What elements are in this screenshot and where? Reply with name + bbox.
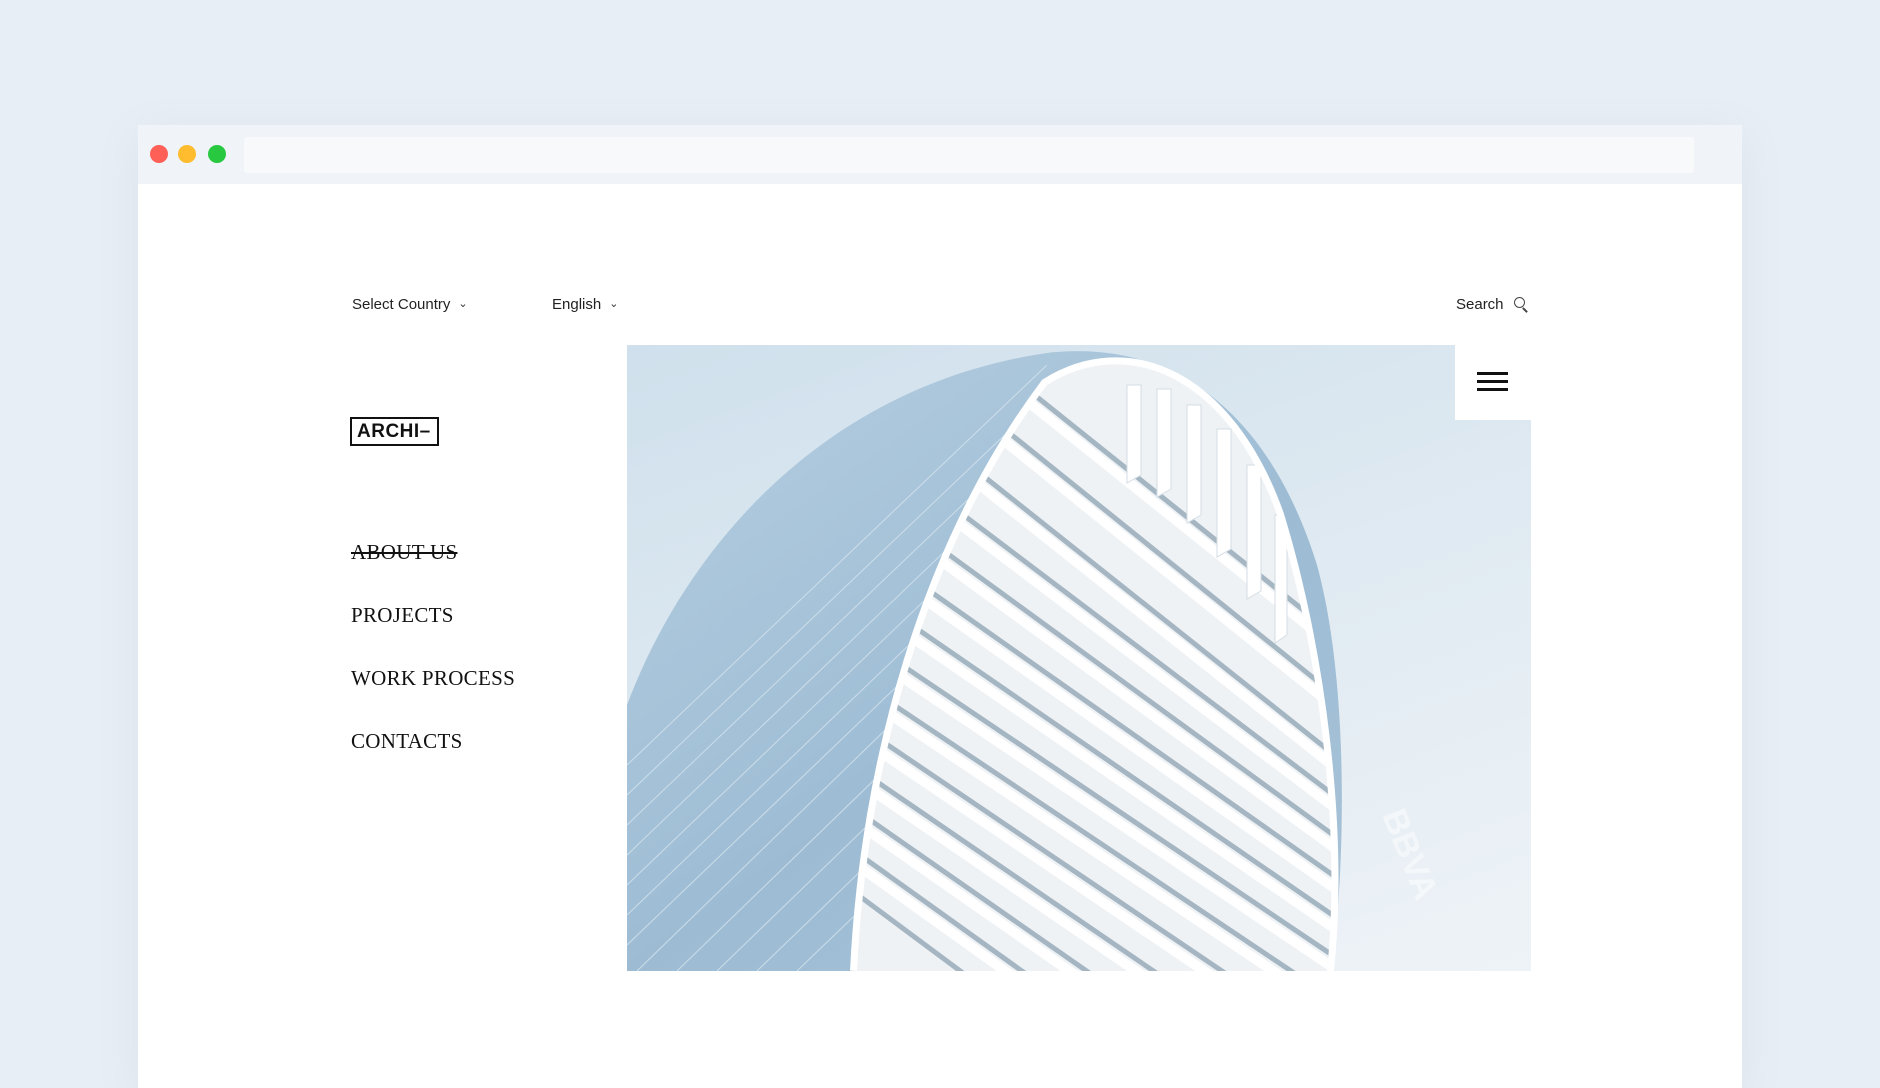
language-select[interactable]: English ⌄ <box>552 296 618 313</box>
search-icon <box>1512 296 1528 313</box>
chevron-down-icon: ⌄ <box>609 298 619 310</box>
search-label: Search <box>1456 296 1504 313</box>
site-logo[interactable]: ARCHI– <box>350 417 439 446</box>
browser-titlebar <box>138 125 1742 184</box>
address-bar[interactable] <box>244 137 1694 173</box>
main-nav: ABOUT US PROJECTS WORK PROCESS CONTACTS <box>351 539 515 791</box>
chevron-down-icon: ⌄ <box>458 298 468 310</box>
menu-button[interactable] <box>1455 345 1531 420</box>
minimize-window-button[interactable] <box>178 145 196 163</box>
nav-item-about-us[interactable]: ABOUT US <box>351 539 515 602</box>
browser-window: Select Country ⌄ English ⌄ Search ARCHI–… <box>138 125 1742 1088</box>
close-window-button[interactable] <box>150 145 168 163</box>
maximize-window-button[interactable] <box>208 145 226 163</box>
nav-item-projects[interactable]: PROJECTS <box>351 602 515 665</box>
nav-item-contacts[interactable]: CONTACTS <box>351 728 515 791</box>
building-illustration: BBVA <box>627 351 1445 971</box>
nav-item-work-process[interactable]: WORK PROCESS <box>351 665 515 728</box>
search-button[interactable]: Search <box>1456 296 1528 313</box>
hero-image: BBVA <box>627 345 1531 971</box>
language-select-label: English <box>552 296 602 313</box>
country-select[interactable]: Select Country ⌄ <box>352 296 468 313</box>
building-sign: BBVA <box>1375 804 1445 905</box>
country-select-label: Select Country <box>352 296 451 313</box>
